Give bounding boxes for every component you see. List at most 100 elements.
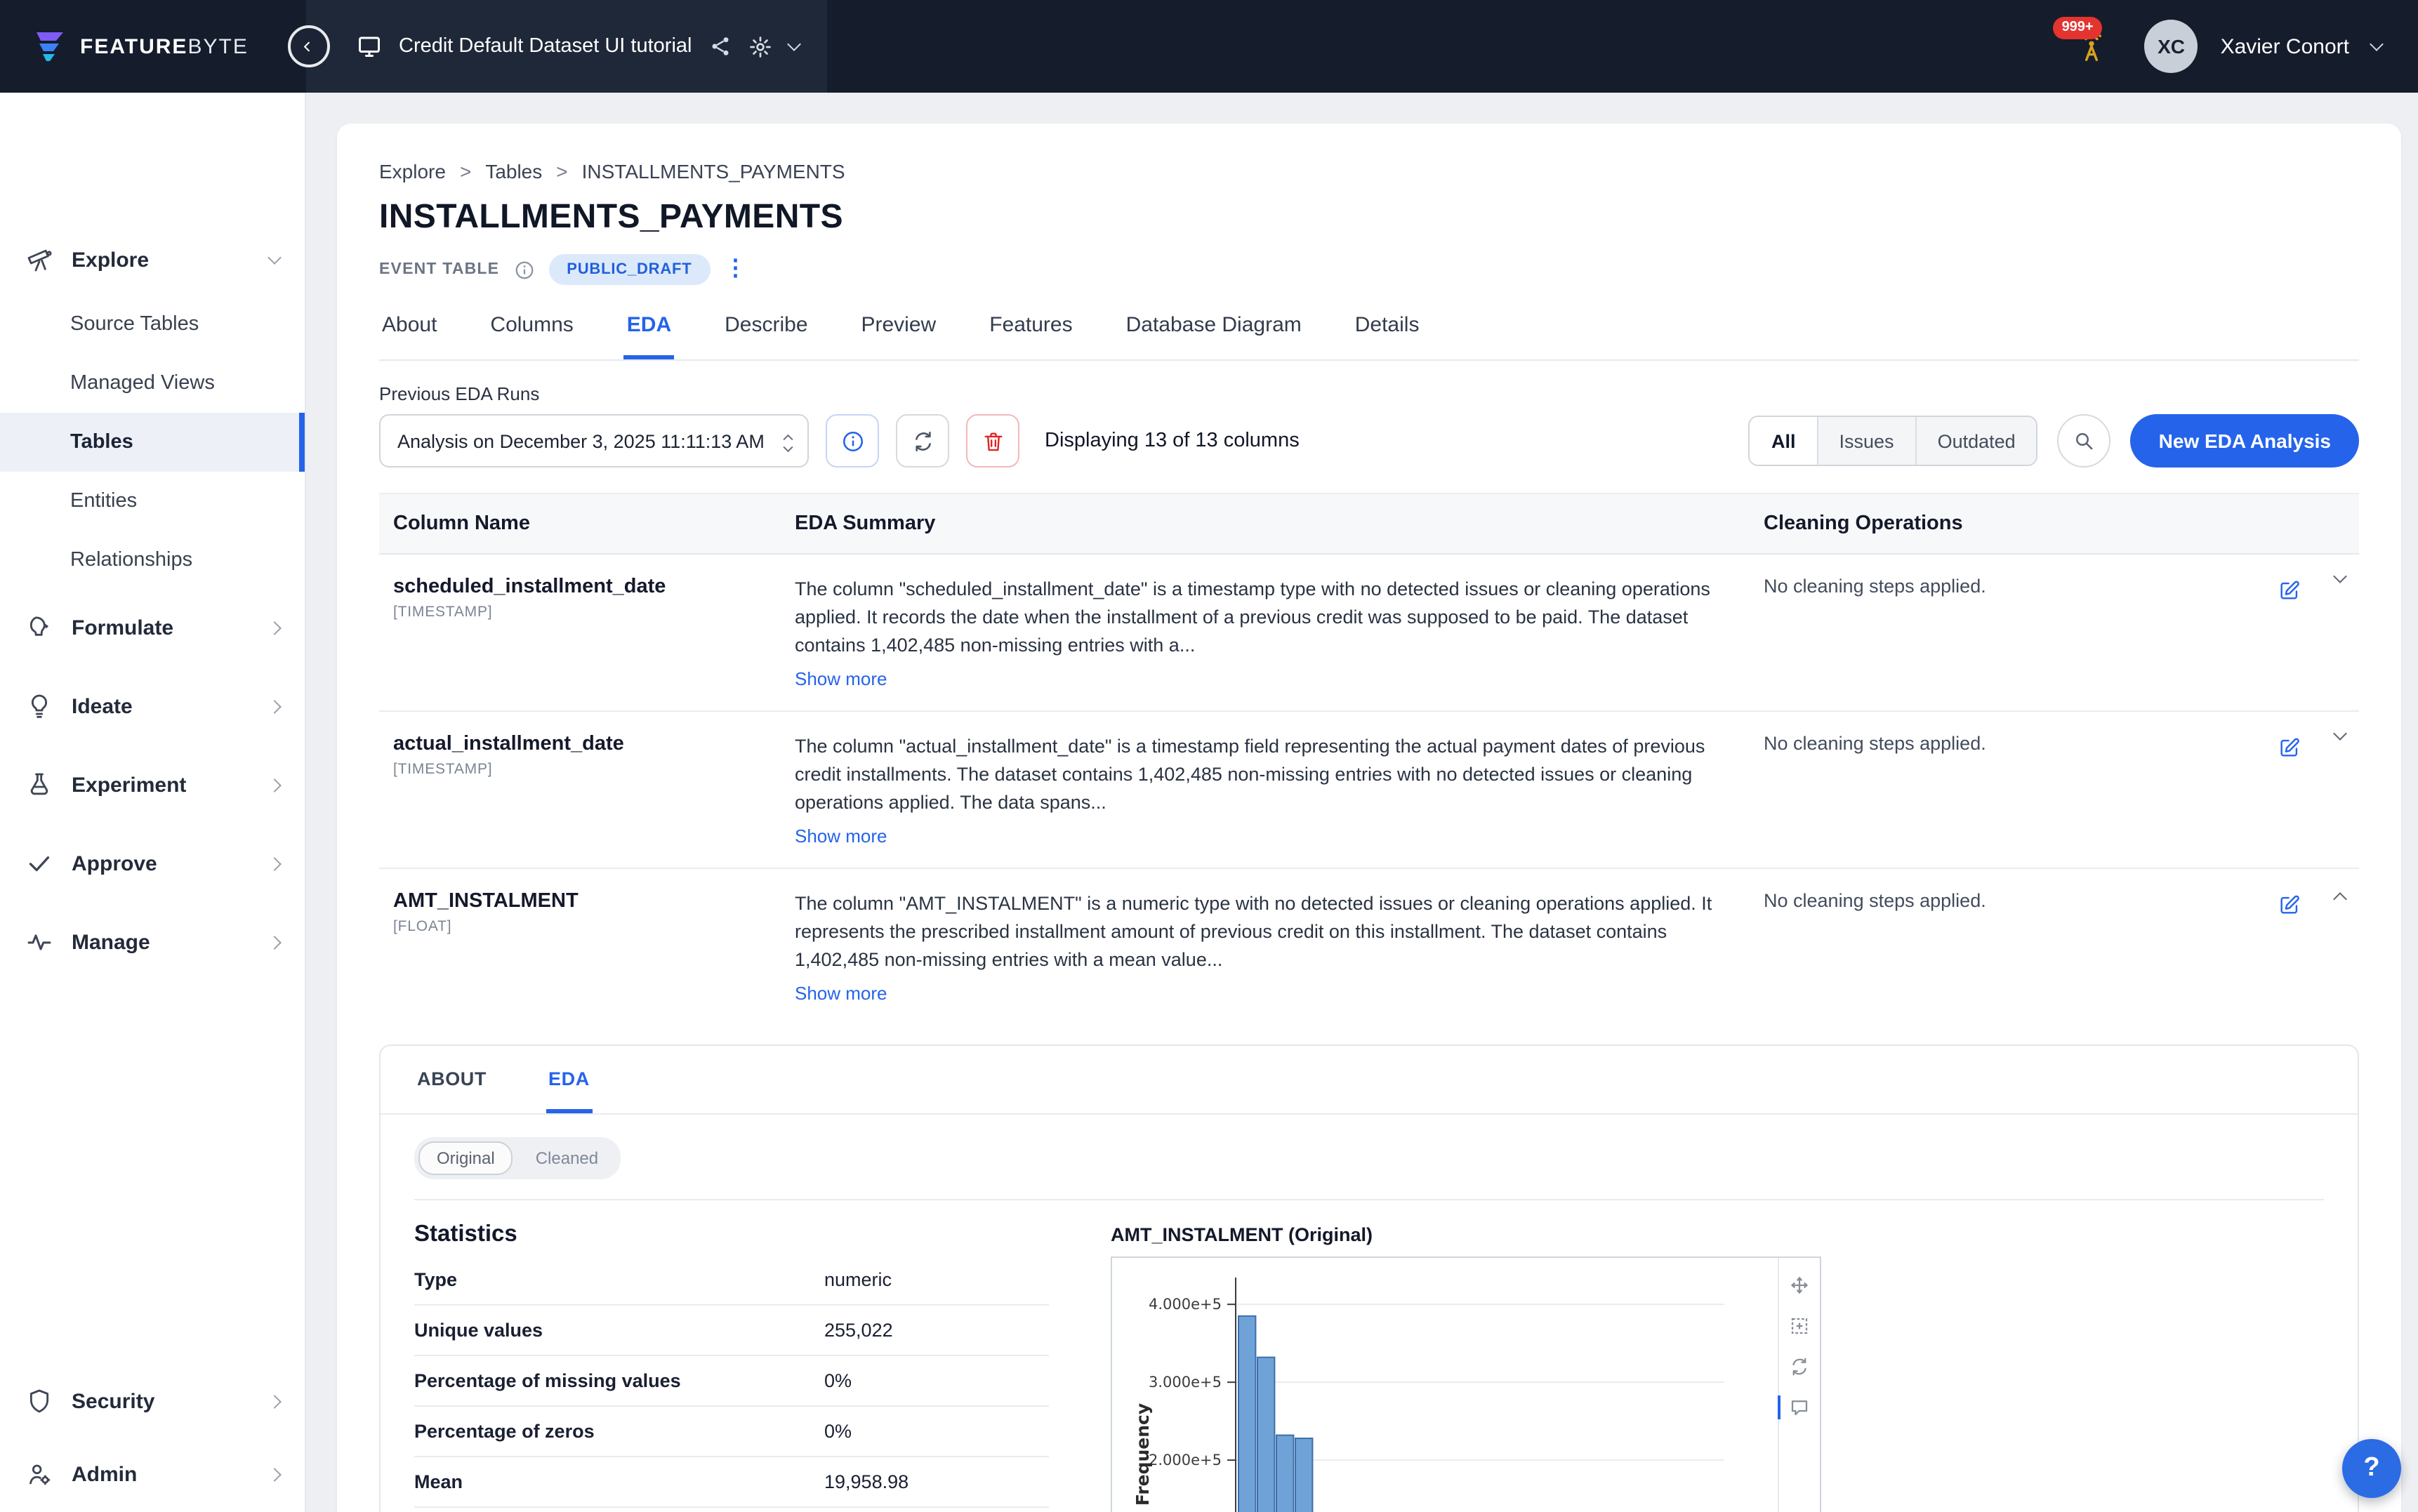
original-cleaned-toggle-row: Original Cleaned xyxy=(414,1136,2324,1200)
sidebar-item-formulate[interactable]: Formulate xyxy=(0,595,305,660)
workspace-switcher[interactable]: Credit Default Dataset UI tutorial xyxy=(306,0,826,93)
pulse-icon xyxy=(25,928,53,956)
table-row: actual_installment_date [TIMESTAMP] The … xyxy=(379,712,2359,869)
tab-details[interactable]: Details xyxy=(1352,310,1422,359)
sidebar-item-explore[interactable]: Explore xyxy=(0,227,305,292)
sidebar-item-label: Approve xyxy=(72,851,157,875)
collapse-row-icon[interactable] xyxy=(2333,892,2347,906)
chevron-right-icon xyxy=(267,856,282,870)
filter-outdated[interactable]: Outdated xyxy=(1915,417,2037,465)
featurebyte-logo[interactable]: FEATUREBYTE xyxy=(0,28,306,65)
page-tabs: About Columns EDA Describe Preview Featu… xyxy=(379,310,2359,361)
column-name: actual_installment_date xyxy=(393,733,775,755)
chevron-down-icon[interactable] xyxy=(787,37,801,51)
refresh-button[interactable] xyxy=(896,414,949,467)
box-zoom-tool-icon[interactable] xyxy=(1789,1315,1810,1336)
tab-eda[interactable]: EDA xyxy=(624,310,674,359)
expand-row-icon[interactable] xyxy=(2333,569,2347,583)
breadcrumb-tables[interactable]: Tables xyxy=(485,160,542,183)
breadcrumb-current: INSTALLMENTS_PAYMENTS xyxy=(582,160,845,183)
new-eda-analysis-button[interactable]: New EDA Analysis xyxy=(2131,414,2359,467)
delete-run-button[interactable] xyxy=(966,414,1019,467)
sidebar-item-label: Admin xyxy=(72,1462,137,1486)
filter-issues[interactable]: Issues xyxy=(1817,417,1915,465)
tab-columns[interactable]: Columns xyxy=(487,310,576,359)
sidebar-item-ideate[interactable]: Ideate xyxy=(0,674,305,738)
chevron-right-icon xyxy=(267,1467,282,1481)
sidebar-item-admin[interactable]: Admin xyxy=(0,1442,305,1506)
main-content: Explore > Tables > INSTALLMENTS_PAYMENTS… xyxy=(306,93,2418,1512)
breadcrumb-separator: > xyxy=(460,160,471,183)
sidebar-item-label: Experiment xyxy=(72,773,186,797)
eda-run-select[interactable]: Analysis on December 3, 2025 11:11:13 AM xyxy=(379,414,809,467)
toggle-cleaned[interactable]: Cleaned xyxy=(517,1141,616,1174)
help-button[interactable]: ? xyxy=(2342,1439,2401,1498)
select-caret-icon xyxy=(784,432,791,449)
info-icon[interactable] xyxy=(513,259,534,280)
hover-tool-icon[interactable] xyxy=(1789,1396,1810,1417)
show-more-link[interactable]: Show more xyxy=(795,825,1744,847)
sidebar-item-security[interactable]: Security xyxy=(0,1369,305,1433)
stat-row: Standard Deviation (std)56,732.6823 xyxy=(414,1507,1049,1512)
sidebar-item-managed-views[interactable]: Managed Views xyxy=(0,354,305,413)
content-card: Explore > Tables > INSTALLMENTS_PAYMENTS… xyxy=(337,124,2401,1512)
more-options-icon[interactable]: ⋮ xyxy=(725,258,747,281)
notifications-button[interactable]: 999+ xyxy=(2076,30,2108,62)
eda-summary-text: The column "scheduled_installment_date" … xyxy=(795,576,1744,660)
stat-row: Mean19,958.98 xyxy=(414,1457,1049,1507)
featurebyte-logo-icon xyxy=(31,28,67,65)
filter-all[interactable]: All xyxy=(1750,417,1817,465)
header-cleaning-operations: Cleaning Operations xyxy=(1764,494,2199,553)
chevron-down-icon[interactable] xyxy=(2370,37,2384,51)
show-more-link[interactable]: Show more xyxy=(795,668,1744,689)
breadcrumb-explore[interactable]: Explore xyxy=(379,160,446,183)
sidebar-item-approve[interactable]: Approve xyxy=(0,831,305,896)
expand-row-icon[interactable] xyxy=(2333,727,2347,741)
notification-badge: 999+ xyxy=(2054,16,2102,39)
share-icon[interactable] xyxy=(708,35,731,58)
sidebar-item-experiment[interactable]: Experiment xyxy=(0,752,305,817)
cleaning-operations-text: No cleaning steps applied. xyxy=(1764,890,2199,1004)
table-row: scheduled_installment_date [TIMESTAMP] T… xyxy=(379,555,2359,712)
chart-title: AMT_INSTALMENT (Original) xyxy=(1111,1223,1824,1245)
gear-icon[interactable] xyxy=(748,34,772,58)
edit-icon[interactable] xyxy=(2278,736,2301,760)
tab-database-diagram[interactable]: Database Diagram xyxy=(1123,310,1304,359)
chevron-right-icon xyxy=(267,699,282,713)
sidebar-item-label: Explore xyxy=(72,248,149,272)
edit-icon[interactable] xyxy=(2278,893,2301,917)
sidebar-item-source-tables[interactable]: Source Tables xyxy=(0,295,305,354)
toggle-original[interactable]: Original xyxy=(418,1141,513,1174)
sidebar-item-tables[interactable]: Tables xyxy=(0,413,305,472)
show-more-link[interactable]: Show more xyxy=(795,982,1744,1003)
shield-icon xyxy=(25,1387,53,1415)
monitor-icon xyxy=(357,34,382,59)
chart-section: AMT_INSTALMENT (Original) 1.000e+52.000e… xyxy=(1111,1200,1824,1512)
avatar[interactable]: XC xyxy=(2145,20,2198,73)
sidebar-item-relationships[interactable]: Relationships xyxy=(0,531,305,590)
tab-about[interactable]: About xyxy=(379,310,440,359)
filter-segmented-control: All Issues Outdated xyxy=(1749,416,2038,466)
run-info-button[interactable] xyxy=(826,414,879,467)
eda-controls: Previous EDA Runs Analysis on December 3… xyxy=(379,383,2359,467)
admin-user-icon xyxy=(25,1460,53,1488)
tab-features[interactable]: Features xyxy=(986,310,1075,359)
detail-tab-eda[interactable]: EDA xyxy=(546,1045,593,1113)
chevron-right-icon xyxy=(267,778,282,792)
sidebar-item-manage[interactable]: Manage xyxy=(0,910,305,974)
detail-tab-about[interactable]: ABOUT xyxy=(414,1045,489,1113)
lightbulb-icon xyxy=(25,692,53,720)
sidebar-item-entities[interactable]: Entities xyxy=(0,472,305,531)
table-meta-row: EVENT TABLE PUBLIC_DRAFT ⋮ xyxy=(379,254,2359,285)
sidebar-collapse-button[interactable] xyxy=(288,25,330,67)
edit-icon[interactable] xyxy=(2278,578,2301,602)
pan-tool-icon[interactable] xyxy=(1789,1274,1810,1295)
search-button[interactable] xyxy=(2058,414,2111,467)
reset-tool-icon[interactable] xyxy=(1789,1355,1810,1377)
tab-preview[interactable]: Preview xyxy=(859,310,939,359)
tab-describe[interactable]: Describe xyxy=(722,310,810,359)
sidebar-bottom: Security Admin xyxy=(0,1369,305,1512)
sidebar: Explore Source Tables Managed Views Tabl… xyxy=(0,93,306,1512)
original-cleaned-toggle: Original Cleaned xyxy=(414,1136,621,1179)
explore-subitems: Source Tables Managed Views Tables Entit… xyxy=(0,295,305,590)
